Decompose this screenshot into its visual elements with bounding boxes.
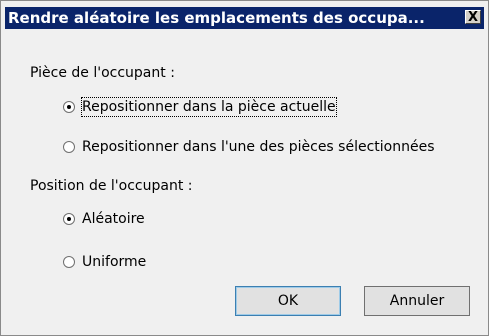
room-group-label: Pièce de l'occupant : xyxy=(30,65,175,81)
window-title: Rendre aléatoire les emplacements des oc… xyxy=(8,9,425,27)
dialog-window: Rendre aléatoire les emplacements des oc… xyxy=(0,0,489,336)
ok-button[interactable]: OK xyxy=(235,286,341,316)
radio-label: Repositionner dans la pièce actuelle xyxy=(81,97,337,117)
radio-label: Aléatoire xyxy=(82,211,145,227)
title-bar[interactable]: Rendre aléatoire les emplacements des oc… xyxy=(5,7,484,29)
radio-button[interactable] xyxy=(63,256,75,268)
radio-selected-dot xyxy=(67,217,71,221)
radio-button[interactable] xyxy=(63,141,75,153)
close-button[interactable]: X xyxy=(465,10,481,25)
radio-label: Uniforme xyxy=(82,254,147,270)
radio-label: Repositionner dans l'une des pièces séle… xyxy=(82,139,435,155)
radio-selected-dot xyxy=(67,105,71,109)
position-group-label: Position de l'occupant : xyxy=(30,178,193,194)
radio-button[interactable] xyxy=(63,213,75,225)
radio-button[interactable] xyxy=(63,101,75,113)
cancel-button[interactable]: Annuler xyxy=(364,286,470,316)
